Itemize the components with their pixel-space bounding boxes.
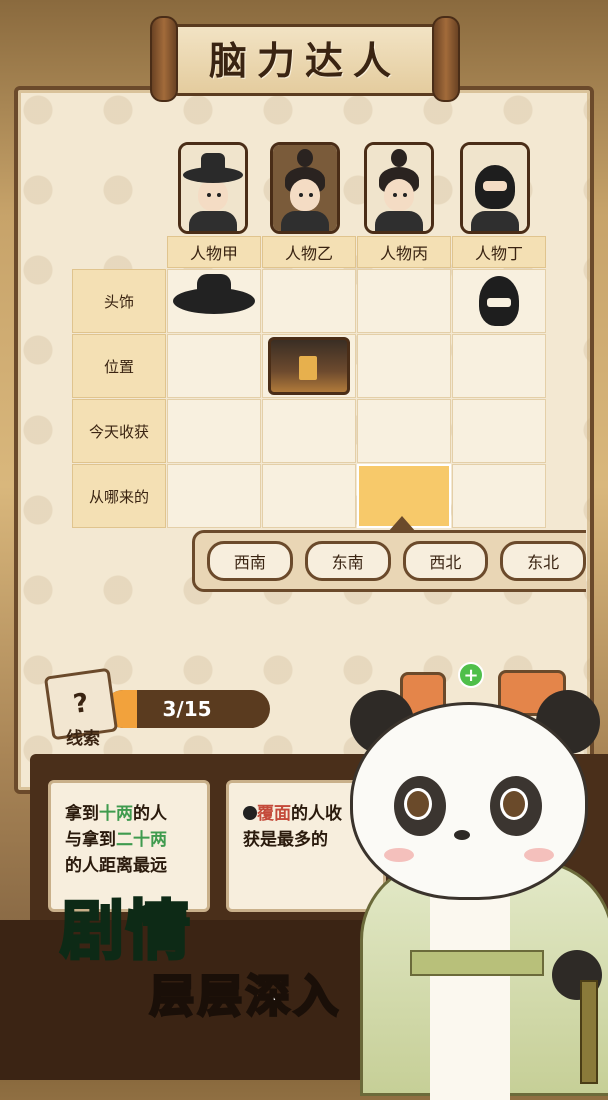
clue-progress-bar: 3/15 [104, 690, 270, 728]
grid-cell-location-2[interactable] [262, 334, 356, 398]
option-button[interactable]: 东北 [500, 541, 586, 581]
panda-mascot [340, 680, 608, 1100]
column-header: 人物丁 [452, 236, 546, 268]
grid-cell-headwear-2[interactable] [262, 269, 356, 333]
game-title: 脑力达人 [208, 37, 401, 83]
face-mask-icon [479, 276, 519, 326]
grid-cell-harvest-3[interactable] [357, 399, 451, 463]
grid-cell-headwear-3[interactable] [357, 269, 451, 333]
grid-cell-harvest-4[interactable] [452, 399, 546, 463]
row-header: 今天收获 [72, 399, 166, 463]
option-button[interactable]: 西南 [207, 541, 293, 581]
grid-cell-harvest-2[interactable] [262, 399, 356, 463]
banner-line-1: 剧情 [59, 894, 192, 971]
title-scroll: 脑力达人 [150, 14, 460, 102]
portrait-character-3 [364, 142, 434, 234]
portrait-character-1 [178, 142, 248, 234]
grid-cell-headwear-4[interactable] [452, 269, 546, 333]
grid-cell-location-3[interactable] [357, 334, 451, 398]
banner-line-2: 层层深入 [149, 970, 342, 1024]
grid-corner [72, 236, 166, 268]
grid-cell-origin-1[interactable] [167, 464, 261, 528]
option-button[interactable]: 东南 [304, 541, 391, 581]
row-header: 头饰 [72, 269, 166, 333]
row-header: 位置 [72, 334, 166, 398]
option-button[interactable]: 西北 [402, 541, 489, 581]
portrait-character-4 [460, 142, 530, 234]
portrait-character-2 [270, 142, 340, 234]
grid-cell-location-4[interactable] [452, 334, 546, 398]
grid-cell-harvest-1[interactable] [167, 399, 261, 463]
logic-grid: 人物甲 人物乙 人物丙 人物丁 头饰 位置 今天收获 从哪来的 [72, 236, 546, 528]
grid-cell-location-1[interactable] [167, 334, 261, 398]
grid-cell-headwear-1[interactable] [167, 269, 261, 333]
grid-cell-origin-2[interactable] [262, 464, 356, 528]
column-header: 人物甲 [167, 236, 261, 268]
column-header: 人物丙 [357, 236, 451, 268]
mask-dot-icon [243, 806, 257, 820]
grid-cell-origin-4[interactable] [452, 464, 546, 528]
answer-options-bar: 西南 东南 西北 东北 [192, 530, 586, 592]
row-header: 从哪来的 [72, 464, 166, 528]
progress-text: 3/15 [162, 697, 212, 721]
clue-label: 线索 [66, 729, 100, 749]
bamboo-hat-icon [173, 274, 255, 314]
column-header: 人物乙 [262, 236, 356, 268]
tavern-icon [268, 337, 350, 395]
